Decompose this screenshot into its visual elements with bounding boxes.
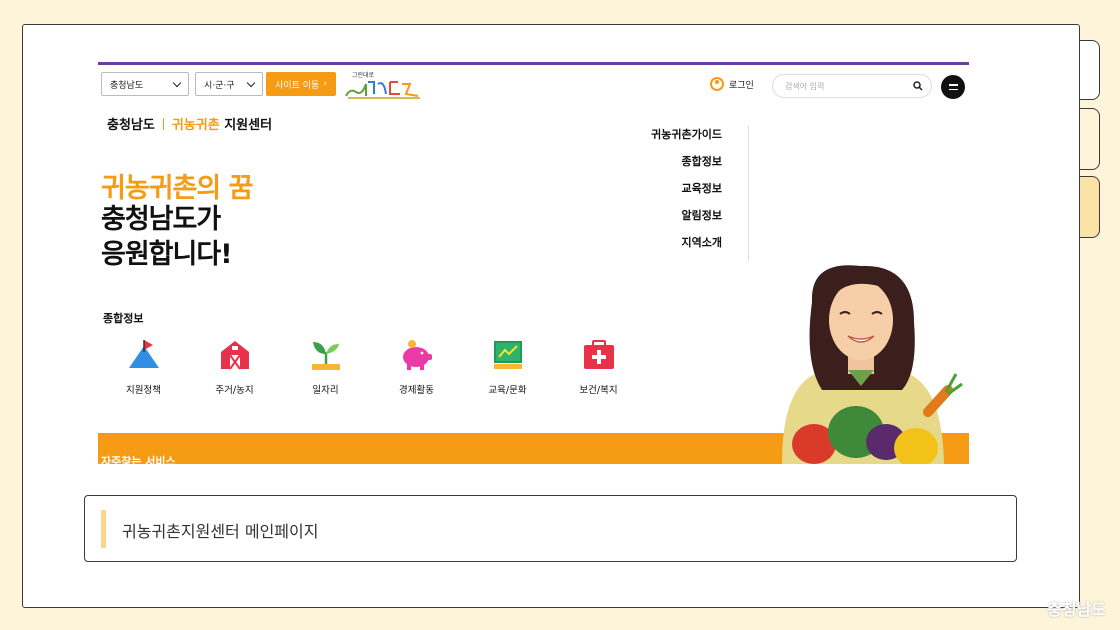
hero-headline-2: 충청남도가 응원합니다!: [101, 202, 233, 272]
category-label: 교육/문화: [488, 385, 527, 396]
hero-headline-1: 귀농귀촌의 꿈: [101, 173, 253, 204]
nav-item-general-info[interactable]: 종합정보: [651, 153, 722, 180]
category-jobs[interactable]: 일자리: [280, 338, 371, 396]
site-go-button[interactable]: 사이트 이동 ›: [266, 72, 336, 96]
piggy-bank-icon: [402, 340, 432, 370]
region-select[interactable]: 충청남도: [101, 72, 189, 96]
brand-rest: 지원센터: [224, 118, 273, 133]
category-list: 지원정책 주거/농지 일자리 경제활동 교육/문화 보건/복지: [98, 338, 644, 396]
district-select-value: 시·군·구: [204, 80, 235, 91]
search-input[interactable]: 검색어 입력: [772, 74, 932, 98]
farmer-woman-illustration: [782, 265, 963, 464]
category-label: 일자리: [312, 385, 339, 396]
frequent-services-title: 자주찾는 서비스: [101, 455, 176, 464]
login-link[interactable]: 로그인: [710, 77, 754, 91]
caption-text: 귀농귀촌지원센터 메인페이지: [122, 522, 319, 541]
category-label: 주거/농지: [215, 385, 254, 396]
brand-region: 충청남도: [107, 118, 155, 133]
flag-mountain-icon: [128, 340, 159, 368]
brand-highlight: 귀농귀촌: [171, 118, 220, 133]
site-brand[interactable]: 충청남도 귀농귀촌 지원센터: [107, 114, 272, 133]
caption-box: 귀농귀촌지원센터 메인페이지: [84, 495, 1017, 562]
category-welfare[interactable]: 보건/복지: [553, 338, 644, 396]
region-select-value: 충청남도: [110, 80, 144, 91]
hamburger-menu-button[interactable]: [941, 75, 965, 99]
section-title: 종합정보: [103, 312, 144, 325]
category-label: 경제활동: [399, 385, 434, 396]
district-select[interactable]: 시·군·구: [195, 72, 263, 96]
logo-caption: 그린대로: [352, 71, 375, 79]
footer-logo: 충청남도: [1047, 596, 1106, 620]
website-screenshot: 충청남도 시·군·구 사이트 이동 › 그린대로 로그인 검색어 입력 충청남도…: [98, 62, 969, 464]
category-label: 지원정책: [126, 385, 161, 396]
sprout-icon: [311, 342, 340, 370]
category-economy[interactable]: 경제활동: [371, 338, 462, 396]
category-policy[interactable]: 지원정책: [98, 338, 189, 396]
category-education[interactable]: 교육/문화: [462, 338, 553, 396]
search-placeholder: 검색어 입력: [785, 81, 825, 91]
footer-logo-text: 충청남도: [1047, 600, 1106, 619]
search-icon[interactable]: [913, 81, 923, 91]
nav-item-region-intro[interactable]: 지역소개: [651, 234, 722, 261]
login-label: 로그인: [729, 80, 754, 91]
nav-item-notice-info[interactable]: 알림정보: [651, 207, 722, 234]
barn-icon: [220, 341, 249, 370]
hero-line-3: 응원합니다!: [101, 239, 233, 270]
brand-divider: [162, 117, 164, 130]
global-nav: 귀농귀촌가이드 종합정보 교육정보 알림정보 지역소개: [651, 126, 749, 261]
chevron-right-icon: ›: [323, 79, 327, 89]
user-icon: [710, 77, 724, 91]
caption-accent-bar: [101, 510, 106, 548]
chalkboard-icon: [493, 341, 522, 369]
category-housing[interactable]: 주거/농지: [189, 338, 280, 396]
green-road-logo[interactable]: 그린대로: [344, 70, 424, 100]
chevron-down-icon: [246, 78, 256, 87]
site-go-label: 사이트 이동: [275, 80, 320, 91]
first-aid-icon: [583, 340, 614, 369]
hero-line-2: 충청남도가: [101, 204, 221, 235]
nav-item-education-info[interactable]: 교육정보: [651, 180, 722, 207]
nav-item-guide[interactable]: 귀농귀촌가이드: [651, 126, 722, 153]
category-label: 보건/복지: [579, 385, 618, 396]
top-accent-line: [98, 62, 969, 65]
chevron-down-icon: [172, 78, 182, 87]
